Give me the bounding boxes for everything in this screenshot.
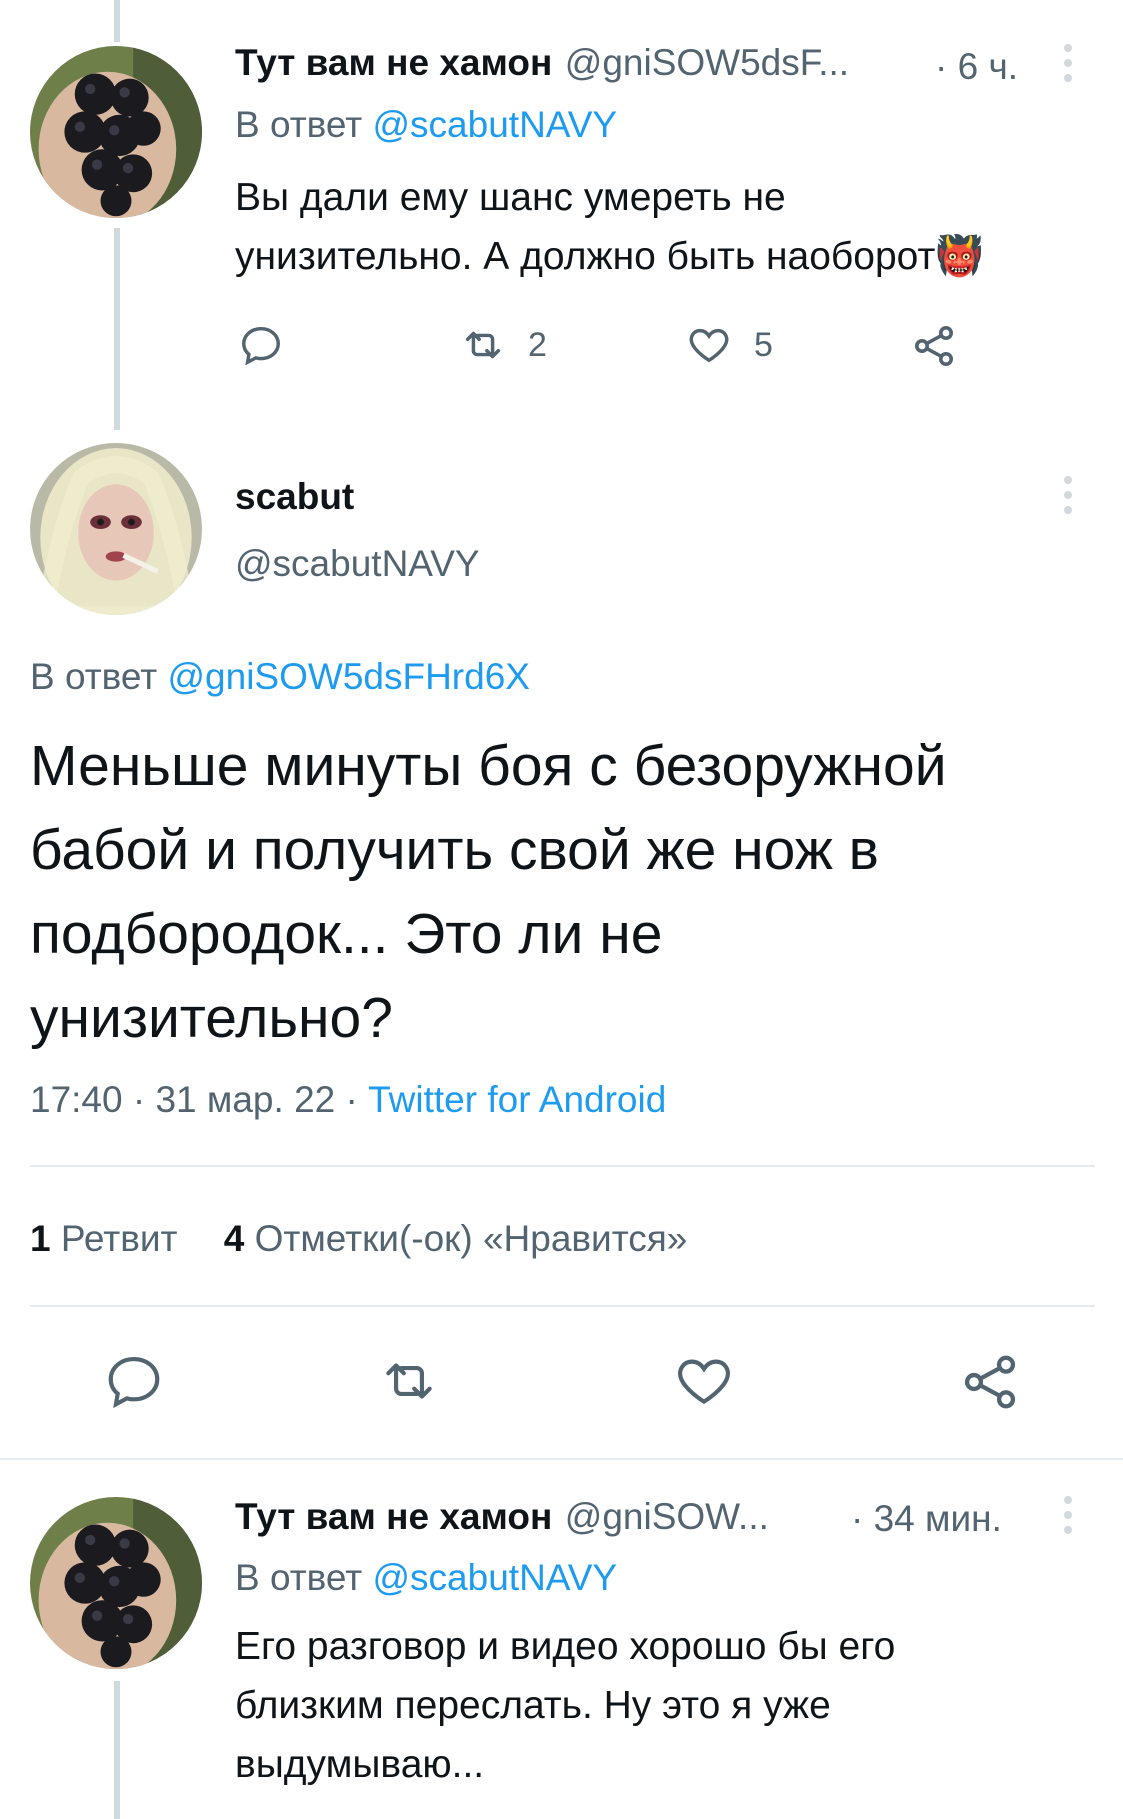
- share-button[interactable]: [910, 322, 958, 370]
- reply-button[interactable]: [103, 1350, 165, 1412]
- reply-to-link[interactable]: @gniSOW5dsFHrd6X: [168, 656, 530, 697]
- like-button[interactable]: 5: [686, 322, 773, 368]
- more-icon[interactable]: [1064, 44, 1074, 89]
- like-icon: [678, 1359, 730, 1405]
- tweet1-header: Тут вам не хамон @gniSOW5dsF...: [235, 42, 849, 84]
- main-timestamp: 17:40 · 31 мар. 22 · Twitter for Android: [30, 1079, 667, 1120]
- like-button[interactable]: [673, 1350, 735, 1412]
- tweet-time[interactable]: 17:40: [30, 1079, 123, 1120]
- author-name[interactable]: Тут вам не хамон: [235, 1496, 552, 1537]
- tweet3-text-line: Его разговор и видео хорошо бы его: [235, 1625, 896, 1668]
- main-tweet-text: Меньше минуты боя с безоружной бабой и п…: [30, 724, 1100, 1060]
- reply-prefix: В ответ: [235, 104, 363, 145]
- reply-to-link[interactable]: @scabutNAVY: [373, 104, 618, 145]
- reply-icon: [242, 326, 280, 366]
- main-text-line: подбородок... Это ли не: [30, 902, 663, 966]
- author-name[interactable]: Тут вам не хамон: [235, 42, 552, 83]
- tweet-client[interactable]: Twitter for Android: [368, 1079, 666, 1120]
- divider: [0, 1458, 1123, 1460]
- retweet-button[interactable]: [378, 1350, 440, 1412]
- reply-to-link[interactable]: @scabutNAVY: [373, 1557, 618, 1598]
- reply-icon: [108, 1356, 160, 1409]
- avatar[interactable]: [30, 1497, 202, 1669]
- share-icon: [915, 326, 953, 366]
- more-icon[interactable]: [1064, 476, 1074, 521]
- reply-prefix: В ответ: [30, 656, 158, 697]
- main-reply-context: В ответ @gniSOW5dsFHrd6X: [30, 656, 530, 698]
- share-icon: [964, 1355, 1016, 1409]
- tweet-stats: 1 Ретвит 4 Отметки(-ок) «Нравится»: [30, 1218, 687, 1260]
- avatar-portrait-icon: [30, 443, 202, 615]
- more-icon[interactable]: [1064, 1496, 1074, 1541]
- avatar[interactable]: [30, 443, 202, 615]
- avatar[interactable]: [30, 46, 202, 218]
- avatar-blackberries-icon: [30, 1497, 202, 1669]
- main-text-line: унизительно?: [30, 986, 393, 1050]
- tweet1-text-line: Вы дали ему шанс умереть не: [235, 176, 786, 219]
- divider: [30, 1165, 1095, 1167]
- tweet-date[interactable]: 31 мар. 22: [155, 1079, 335, 1120]
- likes-stat[interactable]: 4 Отметки(-ок) «Нравится»: [224, 1218, 688, 1259]
- main-text-line: Меньше минуты боя с безоружной: [30, 734, 947, 798]
- author-handle[interactable]: @gniSOW5dsF...: [565, 42, 849, 83]
- tweet3-time[interactable]: · 34 мин.: [851, 1498, 1002, 1540]
- tweet3-text-line: близким переслать. Ну это я уже: [235, 1684, 831, 1727]
- tweet1-text-line: унизительно. А должно быть наоборот👹: [235, 235, 984, 278]
- share-button[interactable]: [958, 1350, 1022, 1414]
- tweet3-text-line: выдумываю...: [235, 1743, 485, 1786]
- author-handle[interactable]: @gniSOW...: [565, 1496, 769, 1537]
- like-icon: [689, 328, 729, 363]
- retweet-icon: [386, 1363, 432, 1399]
- retweets-stat[interactable]: 1 Ретвит: [30, 1218, 177, 1259]
- tweet3-text: Его разговор и видео хорошо бы его близк…: [235, 1617, 1095, 1794]
- tweet1-time[interactable]: · 6 ч.: [935, 46, 1018, 88]
- retweet-icon: [465, 331, 501, 359]
- tweet3-reply-context: В ответ @scabutNAVY: [235, 1557, 617, 1599]
- thread-line-top: [114, 0, 120, 42]
- reply-button[interactable]: [238, 322, 284, 368]
- author-handle[interactable]: @scabutNAVY: [235, 543, 480, 585]
- reply-prefix: В ответ: [235, 1557, 363, 1598]
- like-count: 5: [754, 325, 773, 364]
- thread-line-bottom: [114, 1681, 120, 1819]
- thread-line-middle: [114, 228, 120, 430]
- tweet1-text: Вы дали ему шанс умереть не унизительно.…: [235, 168, 1095, 286]
- divider: [30, 1305, 1095, 1307]
- tweet3-header: Тут вам не хамон @gniSOW...: [235, 1496, 769, 1538]
- author-name[interactable]: scabut: [235, 476, 354, 518]
- avatar-blackberries-icon: [30, 46, 202, 218]
- retweet-count: 2: [528, 325, 547, 364]
- tweet1-reply-context: В ответ @scabutNAVY: [235, 104, 617, 146]
- ogre-emoji: 👹: [935, 235, 984, 278]
- main-text-line: бабой и получить свой же нож в: [30, 818, 879, 882]
- retweet-button[interactable]: 2: [460, 322, 547, 368]
